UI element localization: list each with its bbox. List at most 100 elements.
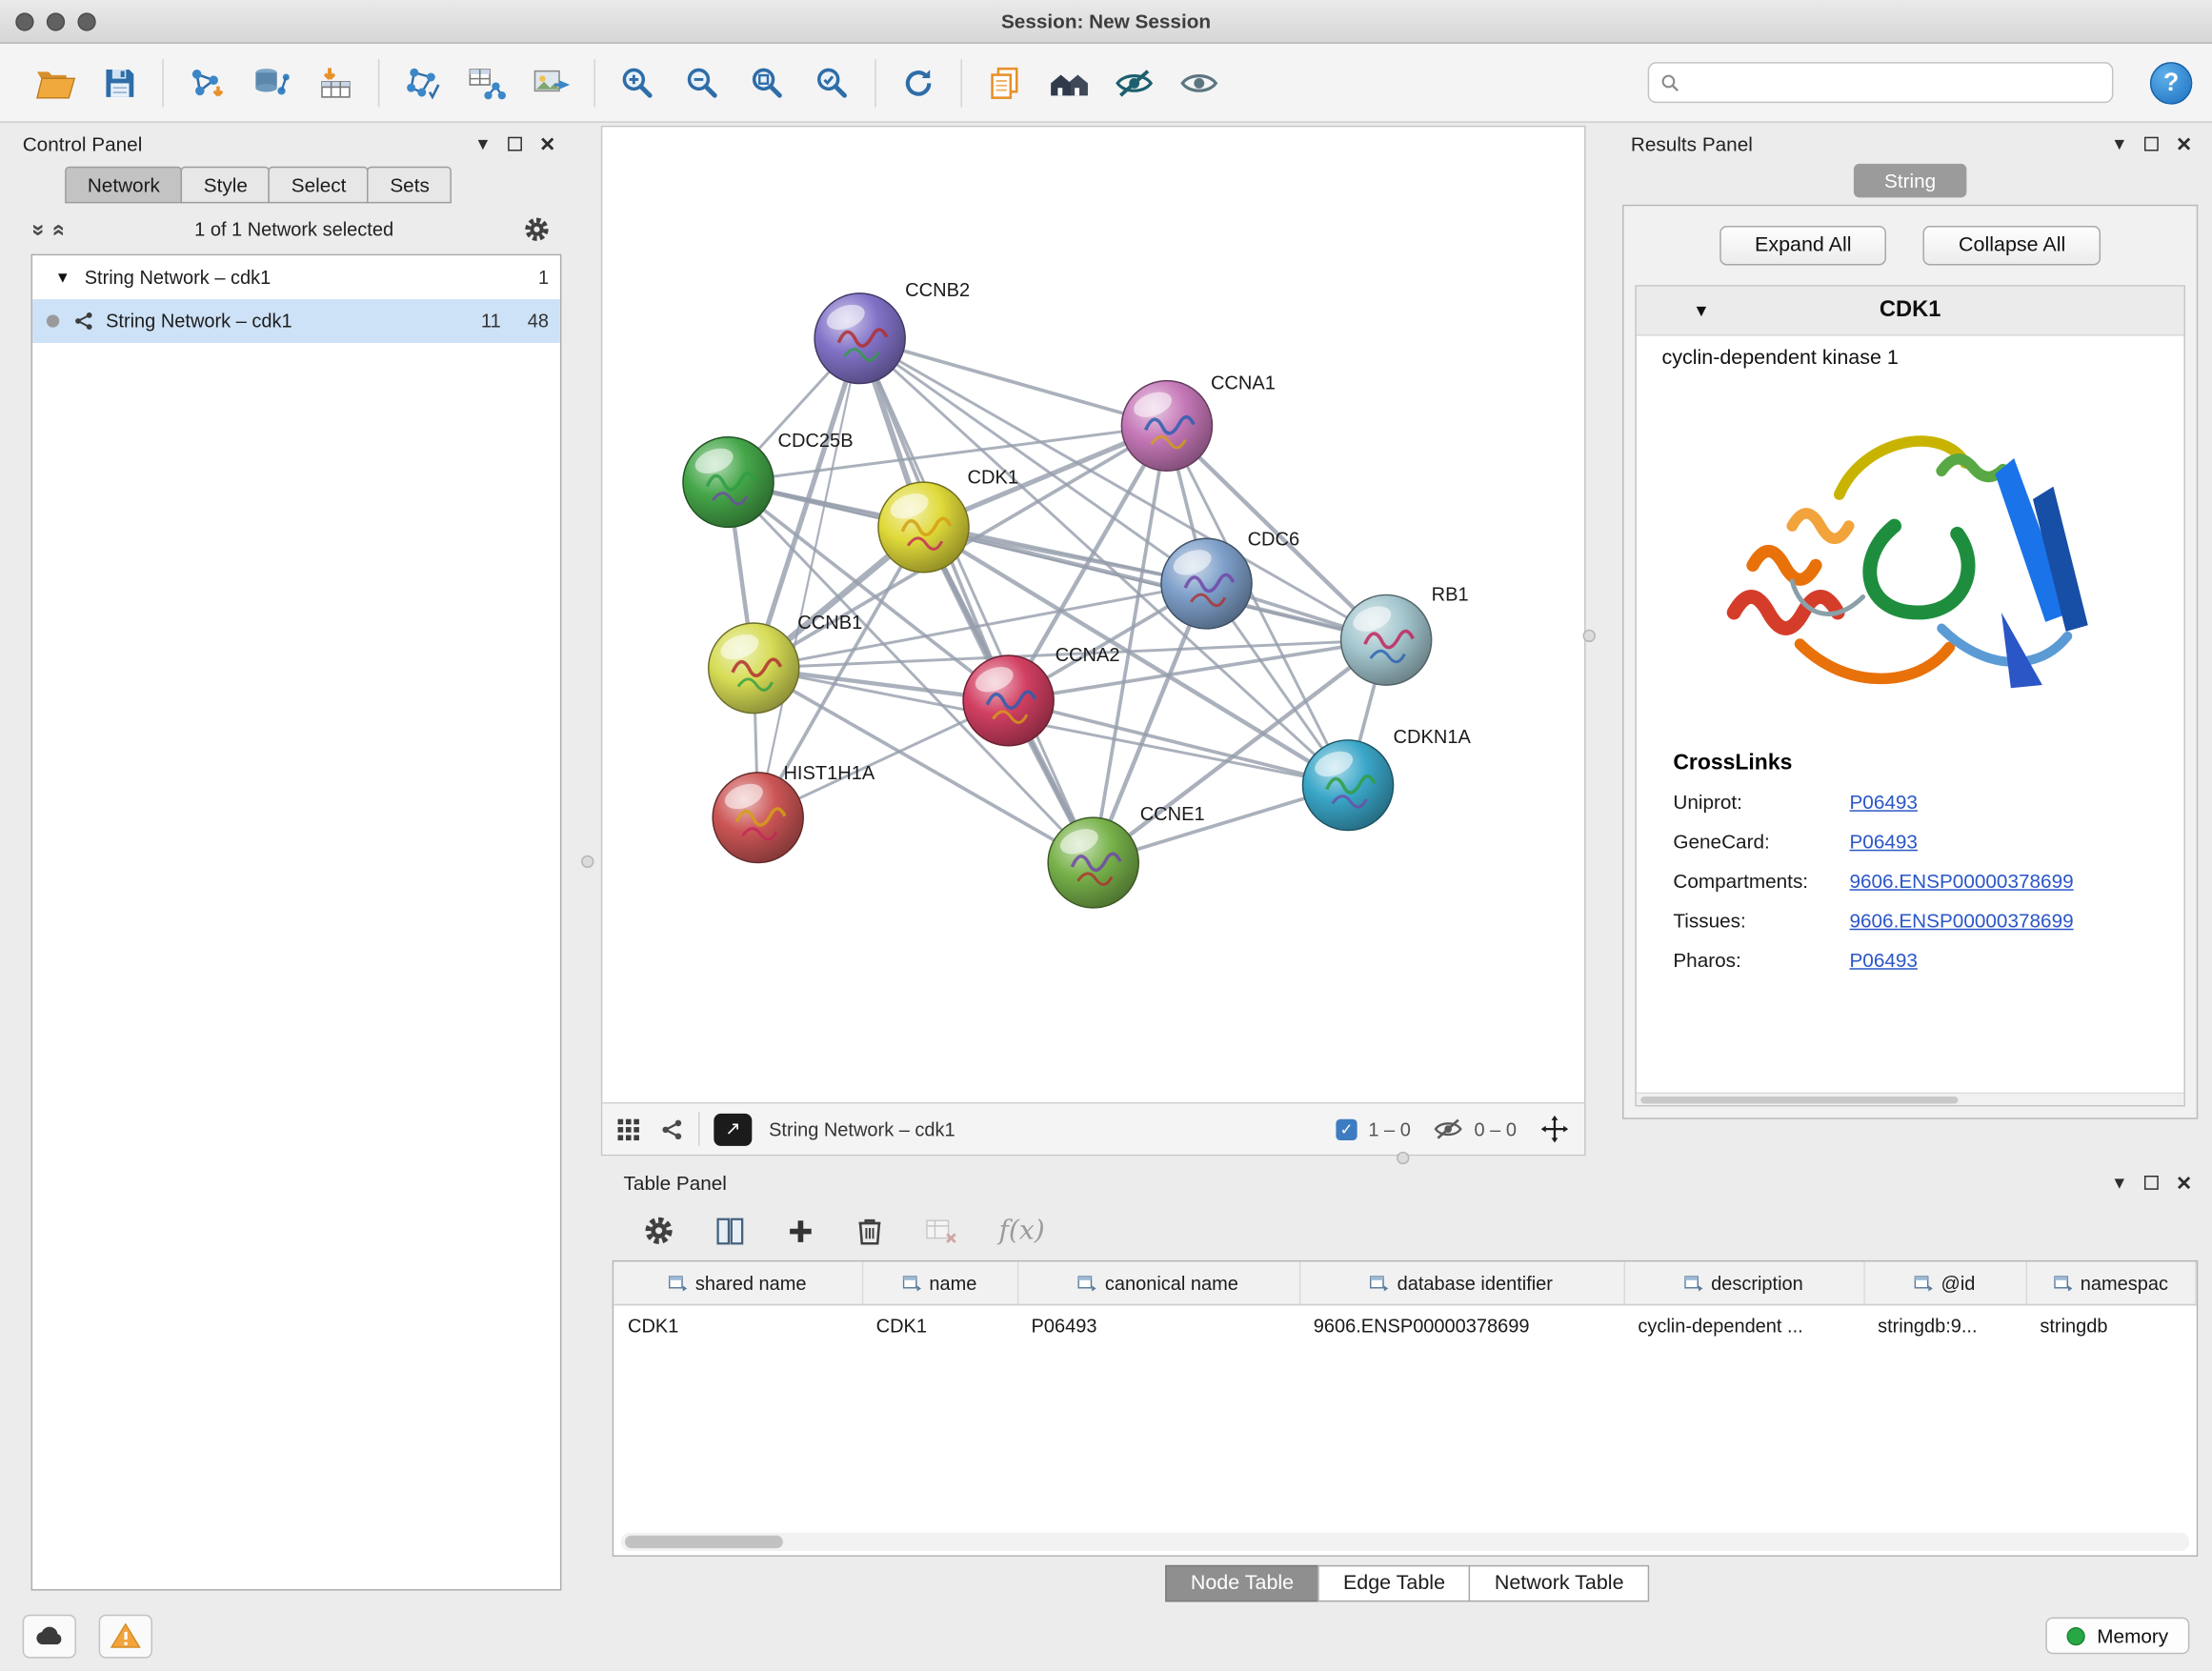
zoom-fit-icon[interactable] — [735, 53, 800, 112]
tab-sets[interactable]: Sets — [368, 167, 452, 204]
gear-icon[interactable] — [523, 216, 550, 243]
network-row[interactable]: String Network – cdk1 11 48 — [32, 299, 560, 343]
results-horizontal-scrollbar[interactable] — [1637, 1093, 2184, 1105]
column-sort-icon — [1078, 1275, 1096, 1290]
hidden-eye-icon[interactable] — [1434, 1117, 1463, 1142]
share-view-icon[interactable] — [660, 1117, 684, 1141]
splitter-handle[interactable] — [1583, 630, 1596, 642]
save-session-icon[interactable] — [88, 53, 152, 112]
crosslink-link-pharos[interactable]: P06493 — [1849, 949, 2183, 972]
float-panel-icon[interactable] — [2144, 1176, 2159, 1190]
import-network-database-icon[interactable] — [238, 53, 303, 112]
column-header[interactable]: database identifier — [1299, 1261, 1624, 1304]
search-input-box[interactable] — [1648, 62, 2114, 103]
splitter-handle[interactable] — [581, 856, 593, 868]
collapse-panel-icon[interactable]: ▼ — [2111, 134, 2128, 154]
new-network-from-table-icon[interactable] — [454, 53, 519, 112]
protein-section-header[interactable]: ▼ CDK1 — [1637, 287, 2184, 336]
zoom-selected-icon[interactable] — [800, 53, 865, 112]
crosslink-link-compartments[interactable]: 9606.ENSP00000378699 — [1849, 870, 2183, 893]
expand-all-button[interactable]: Expand All — [1719, 226, 1887, 265]
column-header[interactable]: description — [1624, 1261, 1864, 1304]
network-canvas[interactable]: CCNB2CCNA1CDC25BCDK1CDC6RB1CCNB1CCNA2CDK… — [602, 127, 1584, 1102]
close-panel-icon[interactable]: ✕ — [539, 132, 555, 156]
cell-description[interactable]: cyclin-dependent ... — [1624, 1305, 1864, 1347]
new-network-icon[interactable] — [390, 53, 454, 112]
minimize-window-button[interactable] — [47, 12, 65, 30]
table-settings-gear-icon[interactable] — [643, 1215, 674, 1246]
show-columns-icon[interactable] — [714, 1215, 746, 1247]
column-header[interactable]: @id — [1863, 1261, 2025, 1304]
import-network-file-icon[interactable] — [173, 53, 238, 112]
tab-edge-table[interactable]: Edge Table — [1317, 1565, 1470, 1602]
warnings-button[interactable] — [99, 1614, 152, 1658]
cell-canonical-name[interactable]: P06493 — [1017, 1305, 1299, 1347]
scrollbar-thumb[interactable] — [625, 1536, 783, 1548]
tab-select[interactable]: Select — [269, 167, 369, 204]
crosslinks-title: CrossLinks — [1673, 751, 2183, 776]
maximize-window-button[interactable] — [77, 12, 95, 30]
delete-table-icon — [924, 1216, 959, 1245]
crosslink-link-uniprot[interactable]: P06493 — [1849, 791, 2183, 814]
column-header[interactable]: canonical name — [1017, 1261, 1299, 1304]
column-header[interactable]: namespac — [2026, 1261, 2196, 1304]
right-area: CCNB2CCNA1CDC25BCDK1CDC6RB1CCNB1CCNA2CDK… — [601, 126, 2201, 1602]
tab-style[interactable]: Style — [181, 167, 270, 204]
annotation-mode-icon[interactable]: ↗ — [714, 1113, 752, 1145]
status-separator — [698, 1112, 699, 1146]
cloud-services-button[interactable] — [23, 1614, 76, 1658]
table-row[interactable]: CDK1 CDK1 P06493 9606.ENSP00000378699 cy… — [613, 1305, 2196, 1347]
delete-column-trash-icon[interactable] — [855, 1215, 884, 1247]
column-header[interactable]: name — [862, 1261, 1017, 1304]
float-panel-icon[interactable] — [2144, 137, 2159, 151]
network-edge[interactable] — [758, 338, 860, 817]
cell-database-identifier[interactable]: 9606.ENSP00000378699 — [1299, 1305, 1624, 1347]
close-panel-icon[interactable]: ✕ — [2176, 132, 2192, 156]
tab-network-table[interactable]: Network Table — [1469, 1565, 1649, 1602]
float-panel-icon[interactable] — [509, 137, 523, 151]
help-button[interactable]: ? — [2150, 61, 2192, 103]
apply-layout-icon[interactable] — [886, 53, 951, 112]
network-view: CCNB2CCNA1CDC25BCDK1CDC6RB1CCNB1CCNA2CDK… — [601, 126, 1586, 1156]
import-table-icon[interactable] — [303, 53, 368, 112]
duplicate-style-icon[interactable] — [972, 53, 1036, 112]
memory-status-dot — [2067, 1626, 2085, 1644]
zoom-out-icon[interactable] — [670, 53, 734, 112]
selected-checkbox-icon[interactable]: ✓ — [1336, 1118, 1357, 1139]
memory-button[interactable]: Memory — [2046, 1618, 2189, 1655]
pan-crosshair-icon[interactable] — [1539, 1114, 1571, 1145]
close-window-button[interactable] — [15, 12, 33, 30]
column-header[interactable]: shared name — [613, 1261, 862, 1304]
network-node-label: HIST1H1A — [783, 763, 875, 784]
tab-node-table[interactable]: Node Table — [1165, 1565, 1319, 1602]
network-edge[interactable] — [860, 338, 1094, 862]
tab-network[interactable]: Network — [65, 167, 182, 204]
collapse-all-button[interactable]: Collapse All — [1923, 226, 2101, 265]
collapse-panel-icon[interactable]: ▼ — [474, 134, 492, 154]
home-icon[interactable] — [1036, 53, 1101, 112]
tab-string[interactable]: String — [1853, 164, 1966, 198]
export-image-icon[interactable] — [519, 53, 584, 112]
splitter-handle[interactable] — [1397, 1152, 1409, 1164]
close-panel-icon[interactable]: ✕ — [2176, 1171, 2192, 1195]
crosslink-link-genecard[interactable]: P06493 — [1849, 830, 2183, 853]
show-all-eye-icon[interactable] — [1167, 53, 1232, 112]
cell-namespace[interactable]: stringdb — [2026, 1305, 2196, 1347]
open-session-icon[interactable] — [23, 53, 88, 112]
cell-name[interactable]: CDK1 — [862, 1305, 1017, 1347]
grid-view-icon[interactable] — [616, 1117, 640, 1141]
add-column-plus-icon[interactable] — [786, 1216, 815, 1245]
hide-selected-eye-icon[interactable] — [1102, 53, 1167, 112]
collapse-panel-icon[interactable]: ▼ — [2111, 1173, 2128, 1193]
network-graph-svg: CCNB2CCNA1CDC25BCDK1CDC6RB1CCNB1CCNA2CDK… — [602, 127, 1584, 1102]
cell-id[interactable]: stringdb:9... — [1863, 1305, 2025, 1347]
zoom-in-icon[interactable] — [605, 53, 670, 112]
cell-shared-name[interactable]: CDK1 — [613, 1305, 862, 1347]
network-collection-row[interactable]: ▼ String Network – cdk1 1 — [32, 255, 560, 299]
table-horizontal-scrollbar[interactable] — [621, 1533, 2190, 1551]
tree-expander-icon[interactable]: ▼ — [55, 269, 70, 286]
expand-all-icon[interactable]: » — [47, 223, 70, 235]
search-input[interactable] — [1689, 70, 2101, 94]
section-expander-icon[interactable]: ▼ — [1693, 301, 1710, 321]
crosslink-link-tissues[interactable]: 9606.ENSP00000378699 — [1849, 909, 2183, 932]
